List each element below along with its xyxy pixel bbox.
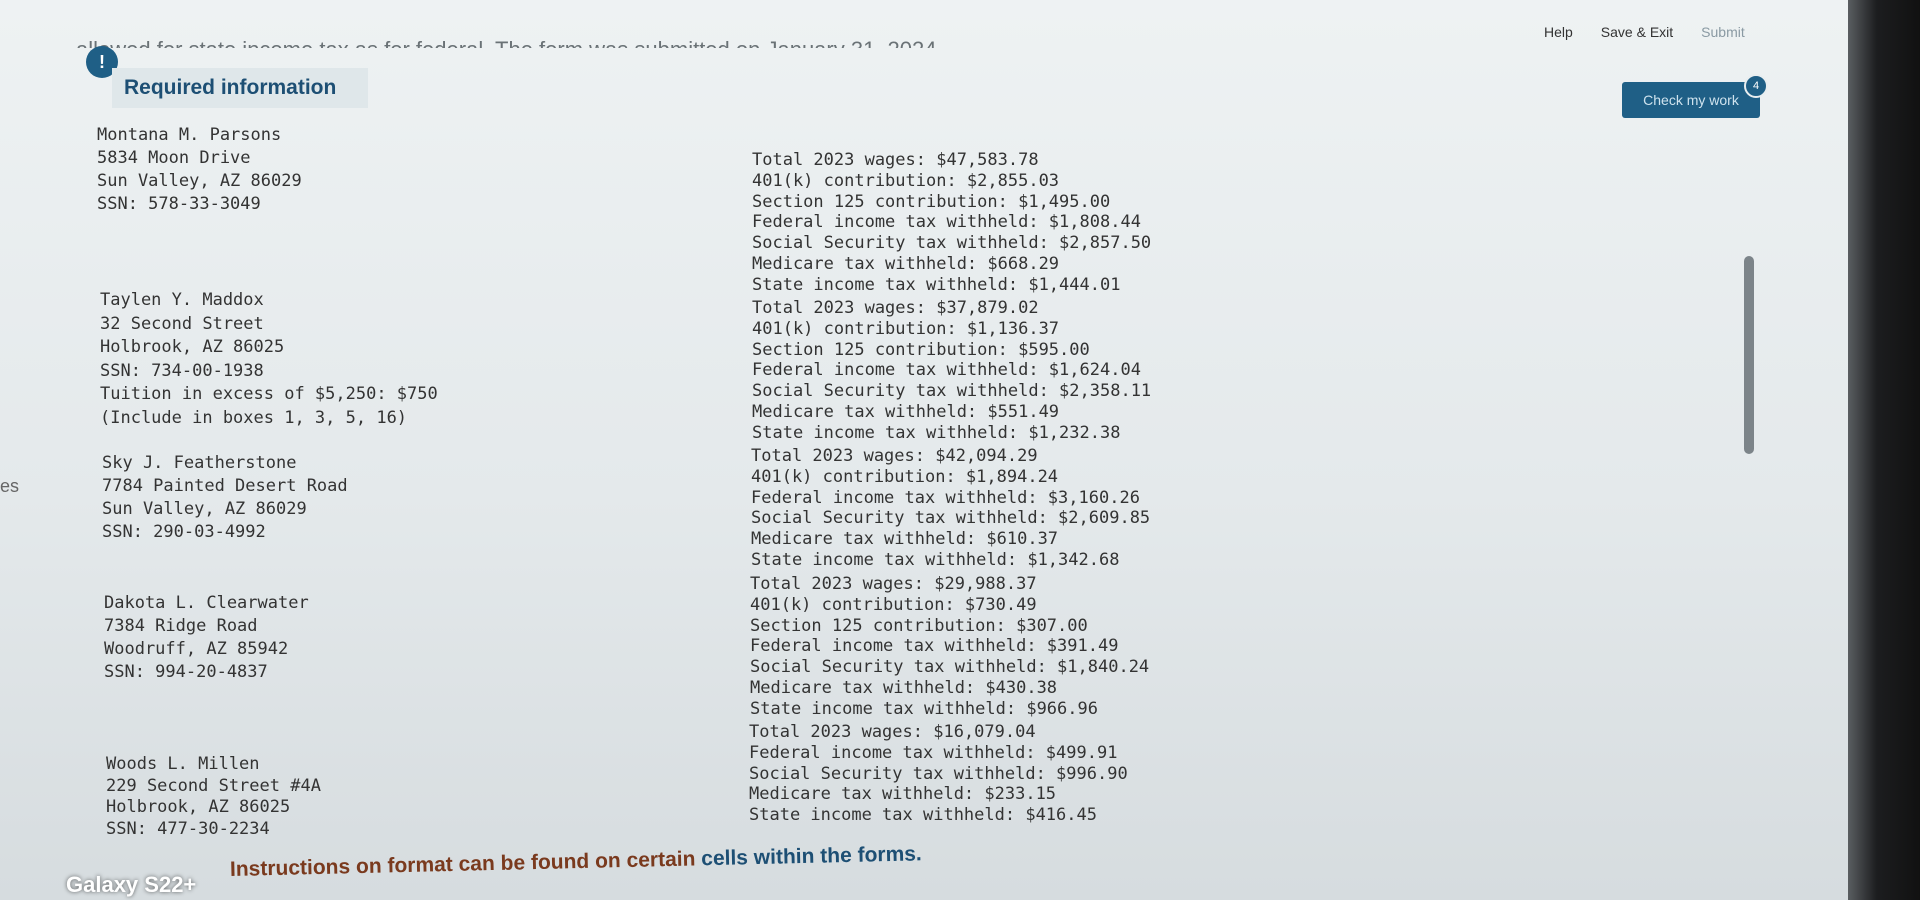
payroll-block: Total 2023 wages: $29,988.37 401(k) cont… <box>750 574 1149 720</box>
side-text-fragment: es <box>0 476 20 496</box>
check-count-badge: 4 <box>1744 74 1768 98</box>
payroll-line: Section 125 contribution: $595.00 <box>752 339 1090 360</box>
vertical-scrollbar[interactable] <box>1744 256 1754 454</box>
payroll-line: Federal income tax withheld: $499.91 <box>749 742 1118 763</box>
camera-watermark: Galaxy S22+ <box>66 872 197 897</box>
payroll-line: Section 125 contribution: $307.00 <box>750 615 1088 636</box>
payroll-line: 401(k) contribution: $1,894.24 <box>751 466 1059 487</box>
required-information-label: Required information <box>124 76 337 99</box>
employee-ssn: SSN: 477-30-2234 <box>106 818 270 839</box>
payroll-block: Total 2023 wages: $16,079.04 Federal inc… <box>749 722 1128 826</box>
check-my-work-button[interactable]: Check my work 4 <box>1622 74 1768 118</box>
submit-link[interactable]: Submit <box>1701 24 1745 40</box>
payroll-line: 401(k) contribution: $2,855.03 <box>752 170 1060 191</box>
required-information-header: Required information <box>112 68 368 108</box>
payroll-line: Medicare tax withheld: $551.49 <box>752 401 1060 422</box>
payroll-line: Social Security tax withheld: $1,840.24 <box>750 657 1150 678</box>
employee-city: Holbrook, AZ 86025 <box>106 797 291 817</box>
payroll-line: State income tax withheld: $416.45 <box>749 805 1097 826</box>
payroll-line: Federal income tax withheld: $1,624.04 <box>752 360 1141 381</box>
cutoff-instruction-text: allowed for state income tax as for fede… <box>76 34 937 48</box>
employee-ssn: SSN: 734-00-1938 <box>100 360 264 381</box>
employee-note: (Include in boxes 1, 3, 5, 16) <box>100 407 408 428</box>
payroll-line: 401(k) contribution: $730.49 <box>750 594 1037 615</box>
employee-address: 229 Second Street #4A <box>106 775 321 796</box>
payroll-line: Total 2023 wages: $37,879.02 <box>752 298 1039 318</box>
payroll-line: State income tax withheld: $1,444.01 <box>752 274 1121 295</box>
employee-block: Taylen Y. Maddox 32 Second Street Holbro… <box>100 289 438 431</box>
employee-city: Woodruff, AZ 85942 <box>104 639 289 659</box>
employee-block: Dakota L. Clearwater 7384 Ridge Road Woo… <box>104 592 309 684</box>
payroll-line: Total 2023 wages: $47,583.78 <box>752 150 1039 170</box>
payroll-line: Federal income tax withheld: $391.49 <box>750 636 1119 657</box>
employee-name: Taylen Y. Maddox <box>100 290 264 310</box>
employee-block: Sky J. Featherstone 7784 Painted Desert … <box>102 452 348 544</box>
employee-ssn: SSN: 578-33-3049 <box>97 194 261 214</box>
employee-ssn: SSN: 994-20-4837 <box>104 662 268 682</box>
payroll-line: Medicare tax withheld: $610.37 <box>751 529 1059 550</box>
employee-address: 7784 Painted Desert Road <box>102 476 348 496</box>
payroll-block: Total 2023 wages: $47,583.78 401(k) cont… <box>752 150 1151 296</box>
payroll-line: Medicare tax withheld: $430.38 <box>750 677 1058 698</box>
payroll-line: Federal income tax withheld: $1,808.44 <box>752 212 1141 233</box>
payroll-line: State income tax withheld: $966.96 <box>750 698 1098 719</box>
payroll-line: Social Security tax withheld: $2,358.11 <box>752 381 1152 402</box>
payroll-line: Social Security tax withheld: $2,857.50 <box>752 233 1152 254</box>
format-note-text: Instructions on format can be found on c… <box>229 847 702 881</box>
employee-name: Woods L. Millen <box>106 754 260 774</box>
payroll-block: Total 2023 wages: $42,094.29 401(k) cont… <box>751 446 1150 571</box>
payroll-block: Total 2023 wages: $37,879.02 401(k) cont… <box>752 298 1151 444</box>
payroll-line: 401(k) contribution: $1,136.37 <box>752 318 1060 339</box>
payroll-line: Social Security tax withheld: $2,609.85 <box>751 508 1151 529</box>
employee-ssn: SSN: 290-03-4992 <box>102 522 266 542</box>
payroll-line: Total 2023 wages: $16,079.04 <box>749 722 1036 742</box>
payroll-line: Medicare tax withheld: $233.15 <box>749 784 1057 805</box>
payroll-line: Total 2023 wages: $42,094.29 <box>751 446 1038 466</box>
employee-name: Dakota L. Clearwater <box>104 593 309 613</box>
top-links: Help Save & Exit Submit <box>1544 24 1745 40</box>
employee-note: Tuition in excess of $5,250: $750 <box>100 384 438 405</box>
payroll-line: State income tax withheld: $1,342.68 <box>751 549 1120 570</box>
payroll-line: Section 125 contribution: $1,495.00 <box>752 191 1111 212</box>
format-instructions-note: Instructions on format can be found on c… <box>230 842 922 882</box>
help-link[interactable]: Help <box>1544 24 1573 40</box>
payroll-line: Total 2023 wages: $29,988.37 <box>750 574 1037 594</box>
format-note-link-text: cells within the forms. <box>700 842 922 871</box>
payroll-line: Medicare tax withheld: $668.29 <box>752 253 1060 274</box>
employee-name: Sky J. Featherstone <box>102 453 297 473</box>
employee-city: Sun Valley, AZ 86029 <box>97 171 302 191</box>
employee-name: Montana M. Parsons <box>97 125 282 145</box>
employee-address: 7384 Ridge Road <box>104 616 258 636</box>
save-exit-link[interactable]: Save & Exit <box>1601 24 1673 40</box>
employee-block: Montana M. Parsons 5834 Moon Drive Sun V… <box>97 124 302 216</box>
employee-block: Woods L. Millen 229 Second Street #4A Ho… <box>106 754 321 840</box>
check-my-work-label: Check my work <box>1643 92 1739 108</box>
employee-address: 5834 Moon Drive <box>97 148 251 168</box>
payroll-line: State income tax withheld: $1,232.38 <box>752 422 1121 443</box>
employee-city: Sun Valley, AZ 86029 <box>102 499 307 519</box>
employee-city: Holbrook, AZ 86025 <box>100 337 285 358</box>
monitor-bezel <box>1848 0 1920 900</box>
payroll-line: Federal income tax withheld: $3,160.26 <box>751 487 1140 508</box>
employee-address: 32 Second Street <box>100 313 264 334</box>
payroll-line: Social Security tax withheld: $996.90 <box>749 763 1128 784</box>
